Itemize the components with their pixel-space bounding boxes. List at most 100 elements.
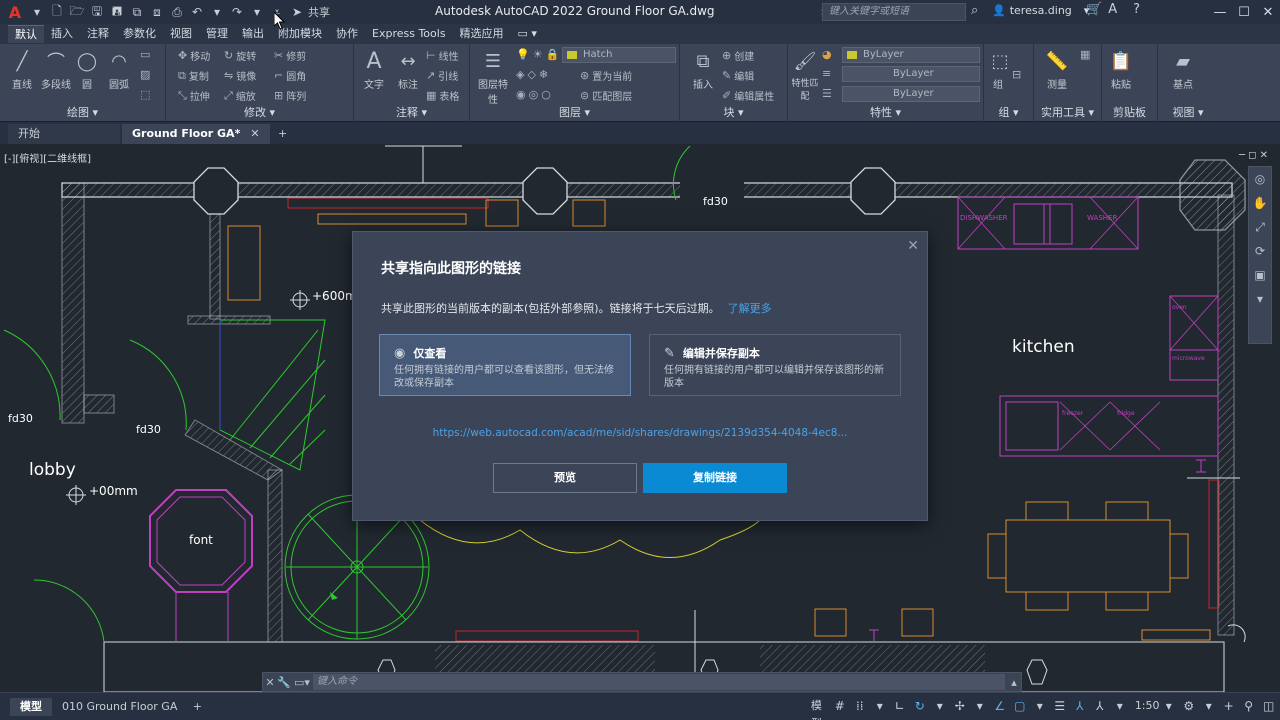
region-button[interactable]: ⬚ <box>140 88 150 101</box>
color-dropdown[interactable]: ByLayer <box>842 47 980 63</box>
pan-icon[interactable]: ✋ <box>1249 191 1271 215</box>
group-button[interactable]: ⬚ 组 <box>986 48 1010 92</box>
share-button[interactable]: 共享 <box>308 4 330 20</box>
layer-tools-row2[interactable]: ◉ ◎ ○ <box>516 88 551 101</box>
search-input[interactable]: 键入关键字或短语 <box>822 3 966 21</box>
print-icon[interactable]: ⎙ <box>168 3 186 21</box>
anno-scale-dropdown-icon[interactable]: ▾ <box>1112 697 1128 715</box>
create-block-button[interactable]: ⊕ 创建 <box>722 48 754 63</box>
close-cmd-icon[interactable]: ✕ <box>263 676 277 689</box>
start-tab[interactable]: 开始 <box>8 124 120 144</box>
undo-icon[interactable]: ↶ <box>188 3 206 21</box>
panel-groups-title[interactable]: 组 ▾ <box>984 104 1033 120</box>
tab-manage[interactable]: 管理 <box>199 25 235 43</box>
share-icon[interactable]: ➤ <box>288 3 306 21</box>
color-wheel-icon[interactable]: ◕ <box>822 48 832 61</box>
osnap-dropdown-icon[interactable]: ▾ <box>1032 697 1048 715</box>
ungroup-button[interactable]: ⊟ <box>1012 68 1021 81</box>
match-layer-button[interactable]: ⊜ 匹配图层 <box>580 88 632 103</box>
tab-insert[interactable]: 插入 <box>44 25 80 43</box>
edit-save-copy-option[interactable]: ✎ 编辑并保存副本 任何拥有链接的用户都可以编辑并保存该图形的新版本 <box>649 334 901 396</box>
lineweight-dropdown[interactable]: ByLayer <box>842 66 980 82</box>
rectangle-button[interactable]: ▭ <box>140 48 150 61</box>
tab-home[interactable]: 默认 <box>8 25 44 43</box>
workspace-dropdown-icon[interactable]: ▾ <box>1201 697 1217 715</box>
model-space-toggle[interactable]: 模型 <box>805 697 828 720</box>
arc-button[interactable]: ◠ 圆弧 <box>102 48 136 92</box>
drawing-tab-active[interactable]: Ground Floor GA* ✕ <box>122 124 270 144</box>
redo-icon[interactable]: ↷ <box>228 3 246 21</box>
redo-dropdown-icon[interactable]: ▾ <box>248 3 266 21</box>
mirror-button[interactable]: ⇋ 镜像 <box>224 68 256 83</box>
tab-express-tools[interactable]: Express Tools <box>365 25 453 43</box>
open-file-icon[interactable]: 🗁 <box>68 3 86 21</box>
undo-dropdown-icon[interactable]: ▾ <box>208 3 226 21</box>
close-icon[interactable]: ✕ <box>1256 0 1280 24</box>
panel-annotation-title[interactable]: 注释 ▾ <box>354 104 469 120</box>
save-icon[interactable]: 🖫 <box>88 3 106 21</box>
insert-block-button[interactable]: ⧉ 插入 <box>686 48 720 92</box>
tab-collaborate[interactable]: 协作 <box>329 25 365 43</box>
edit-attributes-button[interactable]: ✐ 编辑属性 <box>722 88 774 103</box>
view-only-option[interactable]: ◉ 仅查看 任何拥有链接的用户都可以查看该图形，但无法修改或保存副本 <box>379 334 631 396</box>
scale-dropdown-icon[interactable]: ▾ <box>1161 697 1177 715</box>
save-web-icon[interactable]: ⧈ <box>148 3 166 21</box>
search-icon[interactable]: ⌕ <box>971 3 987 21</box>
object-snap-tracking-icon[interactable]: ∠ <box>992 697 1008 715</box>
autodesk-a-icon[interactable]: A <box>1108 2 1117 17</box>
zoom-extents-icon[interactable]: ⤢ <box>1249 215 1271 239</box>
measure-button[interactable]: 📏 测量 <box>1038 48 1076 92</box>
share-link-url[interactable]: https://web.autocad.com/acad/me/sid/shar… <box>353 427 927 439</box>
circle-button[interactable]: ◯ 圆 <box>72 48 102 92</box>
viewport-controls-label[interactable]: [-][俯视][二维线框] <box>4 150 91 165</box>
viewport-window-controls[interactable]: ─ ◻ ✕ <box>1239 150 1268 161</box>
cmd-history-icon[interactable]: ▴ <box>1007 676 1021 689</box>
command-input[interactable]: 键入命令 <box>313 674 1005 690</box>
dimension-button[interactable]: ↔ 标注 <box>392 48 424 92</box>
user-menu[interactable]: 👤 teresa.ding ▾ <box>992 4 1089 17</box>
fillet-button[interactable]: ⌐ 圆角 <box>274 68 306 83</box>
tab-annotate[interactable]: 注释 <box>80 25 116 43</box>
panel-layers-title[interactable]: 图层 ▾ <box>470 104 679 120</box>
rotate-button[interactable]: ↻ 旋转 <box>224 48 256 63</box>
units-icon[interactable]: ⚲ <box>1241 697 1257 715</box>
polar-tracking-icon[interactable]: ↻ <box>912 697 928 715</box>
leader-button[interactable]: ↗ 引线 <box>426 68 458 83</box>
annotation-monitor-icon[interactable]: + <box>1221 697 1237 715</box>
recent-commands-icon[interactable]: ▭▾ <box>291 676 313 689</box>
snap-icon[interactable]: ⁞⁞ <box>852 697 868 715</box>
save-as-icon[interactable]: 🖪 <box>108 3 126 21</box>
trim-button[interactable]: ✂ 修剪 <box>274 48 306 63</box>
close-tab-icon[interactable]: ✕ <box>250 127 259 140</box>
layout-tab[interactable]: 010 Ground Floor GA <box>52 698 187 716</box>
copy-button[interactable]: ⧉ 复制 <box>178 68 209 84</box>
panel-draw-title[interactable]: 绘图 ▾ <box>0 104 165 120</box>
table-button[interactable]: ▦ 表格 <box>426 88 459 103</box>
annotation-scale[interactable]: 1:50 <box>1132 697 1160 715</box>
grid-icon[interactable]: # <box>832 697 848 715</box>
showmotion-icon[interactable]: ▣ <box>1249 263 1271 287</box>
layer-tools-row1[interactable]: ◈ ◇ ❄ <box>516 68 548 81</box>
copy-link-button[interactable]: 复制链接 <box>643 463 787 493</box>
quick-properties-icon[interactable]: ◫ <box>1261 697 1277 715</box>
base-view-button[interactable]: ▰ 基点 <box>1166 48 1200 92</box>
dialog-close-icon[interactable]: ✕ <box>907 238 919 254</box>
learn-more-link[interactable]: 了解更多 <box>728 302 772 315</box>
model-tab[interactable]: 模型 <box>10 697 52 716</box>
tab-output[interactable]: 输出 <box>235 25 271 43</box>
isodraft-dropdown-icon[interactable]: ▾ <box>972 697 988 715</box>
open-web-icon[interactable]: ⧉ <box>128 3 146 21</box>
match-properties-button[interactable]: 🖌 特性匹配 <box>790 48 820 103</box>
cart-icon[interactable]: 🛒 <box>1086 2 1102 17</box>
hatch-button[interactable]: ▨ <box>140 68 150 81</box>
tab-view[interactable]: 视图 <box>163 25 199 43</box>
auto-scale-icon[interactable]: ⅄ <box>1092 697 1108 715</box>
linetype-dropdown[interactable]: ByLayer <box>842 86 980 102</box>
lineweight-icon[interactable]: ≡ <box>822 67 831 80</box>
layer-state-icons[interactable]: 💡 ☀ 🔒 <box>516 48 559 61</box>
minimize-icon[interactable]: — <box>1208 0 1232 24</box>
panel-utilities-title[interactable]: 实用工具 ▾ <box>1034 104 1101 120</box>
new-file-icon[interactable]: 🗋 <box>48 3 66 21</box>
edit-block-button[interactable]: ✎ 编辑 <box>722 68 754 83</box>
make-current-button[interactable]: ⊛ 置为当前 <box>580 68 632 83</box>
